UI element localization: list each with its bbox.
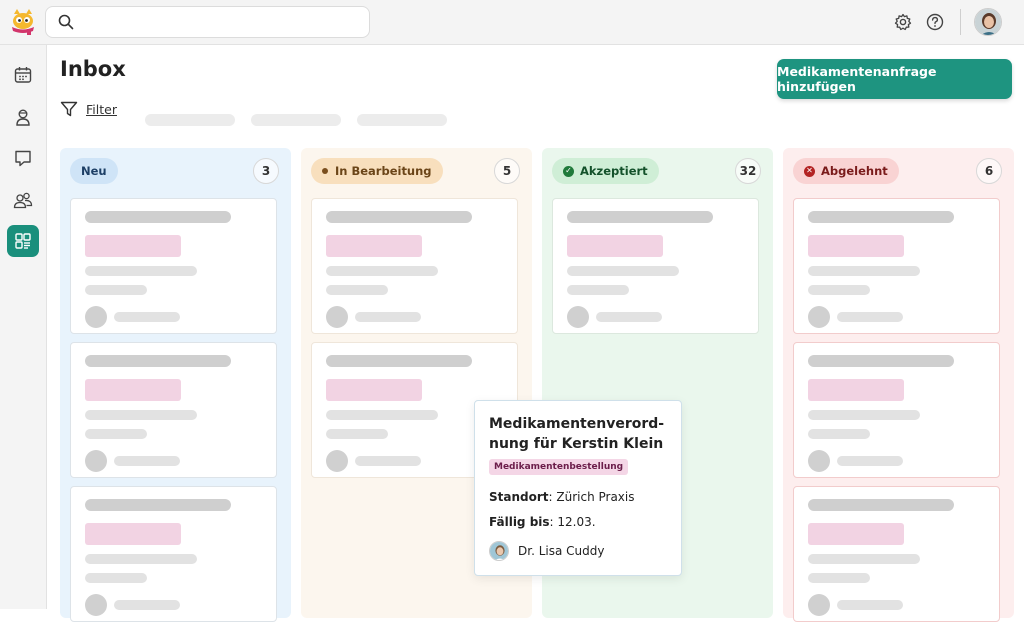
location-label: Standort [489,490,549,504]
sidebar [0,45,47,609]
x-circle-icon: ✕ [804,165,815,177]
column-count: 32 [735,158,761,184]
sidebar-item-team[interactable] [7,184,39,216]
task-card-detail[interactable]: Medikamentenverord-nung für Kerstin Klei… [474,400,682,576]
column-status-badge: Neu [70,158,118,184]
task-card[interactable] [793,198,1000,334]
search-icon [58,14,74,30]
top-bar [0,0,1024,45]
person-icon [16,109,30,126]
due-date-label: Fällig bis [489,515,550,529]
task-card[interactable] [793,486,1000,622]
column-status-badge: In Bearbeitung [311,158,443,184]
due-date-value: 12.03. [557,515,596,529]
page-title: Inbox [60,57,126,81]
sidebar-item-calendar[interactable] [7,59,39,91]
task-card[interactable] [70,486,277,622]
help-icon[interactable] [925,12,945,32]
app-logo-icon[interactable] [9,8,37,36]
column-status-badge: ✕ Abgelehnt [793,158,899,184]
task-card[interactable] [311,198,518,334]
location-row: Standort: Zürich Praxis [489,490,635,504]
filter-funnel-icon [60,101,78,117]
column-label: Abgelehnt [821,164,888,178]
sidebar-item-messages[interactable] [7,142,39,174]
task-card[interactable] [552,198,759,334]
people-group-icon [13,192,33,209]
filter-button[interactable]: Filter [60,100,117,118]
column-label: Akzeptiert [580,164,648,178]
column-label: Neu [81,164,107,178]
column-status-badge: ✓ Akzeptiert [552,158,659,184]
chat-bubble-icon [15,150,31,167]
kanban-column-neu: Neu 3 [60,148,291,622]
task-card[interactable] [70,342,277,478]
search-input[interactable] [82,11,362,33]
assignee-name: Dr. Lisa Cuddy [518,544,605,558]
column-count: 6 [976,158,1002,184]
check-circle-icon: ✓ [563,165,574,177]
task-type-tag: Medikamentenbestellung [489,459,629,475]
add-medication-request-button[interactable]: Medikamentenanfrage hinzufügen [777,59,1012,99]
assignee: Dr. Lisa Cuddy [489,541,604,561]
column-label: In Bearbeitung [335,164,432,178]
filter-chip-placeholder [357,114,447,126]
column-count: 5 [494,158,520,184]
location-value: Zürich Praxis [556,490,635,504]
kanban-board-icon [15,233,31,249]
task-card-title: Medikamentenverord-nung für Kerstin Klei… [489,416,665,452]
column-count: 3 [253,158,279,184]
status-dot-icon [322,168,328,174]
assignee-avatar [489,541,509,561]
sidebar-item-patients[interactable] [7,101,39,133]
task-card[interactable] [70,198,277,334]
sidebar-item-inbox[interactable] [7,225,39,257]
filter-chip-placeholder [145,114,235,126]
due-date-row: Fällig bis: 12.03. [489,515,596,529]
kanban-column-abgelehnt: ✕ Abgelehnt 6 [783,148,1014,622]
task-card[interactable] [793,342,1000,478]
header-divider [960,9,961,35]
search-field[interactable] [45,6,370,38]
settings-gear-icon[interactable] [893,12,913,32]
filter-label: Filter [86,101,117,117]
calendar-icon [14,67,32,83]
user-avatar[interactable] [974,8,1002,36]
filter-chip-placeholder [251,114,341,126]
